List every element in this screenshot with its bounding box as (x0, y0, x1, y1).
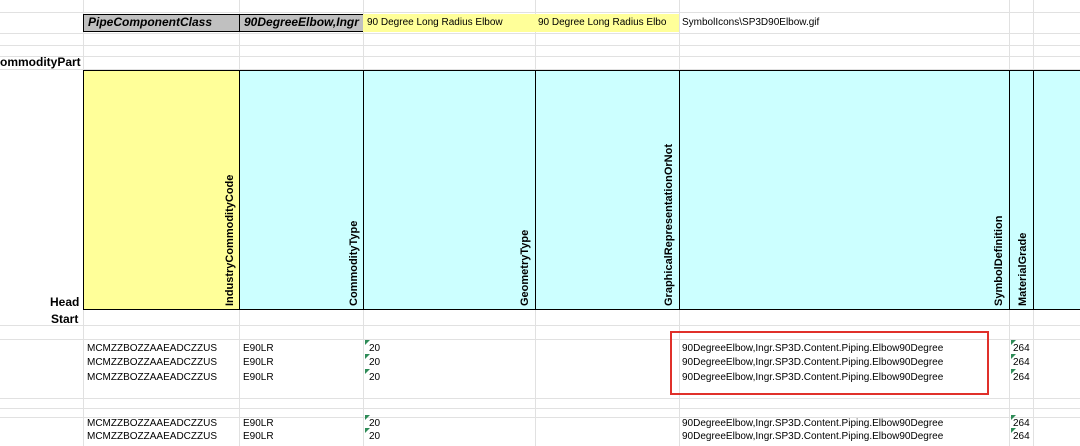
header-material-grade[interactable]: MaterialGrade (1009, 70, 1034, 310)
material-grade-cell[interactable]: 264 (1013, 431, 1030, 443)
gridline (0, 325, 1080, 326)
gridline (0, 33, 1080, 34)
graphical-cell[interactable]: 20 (369, 357, 380, 369)
header-geometry-type[interactable]: GeometryType (363, 70, 536, 310)
class-label-cell[interactable]: PipeComponentClass (83, 14, 240, 32)
graphical-cell[interactable]: 20 (369, 431, 380, 443)
symbol-definition-cell[interactable]: 90DegreeElbow,Ingr.SP3D.Content.Piping.E… (682, 418, 943, 430)
material-grade-cell[interactable]: 264 (1013, 357, 1030, 369)
class-value-cell[interactable]: 90DegreeElbow,Ingr (239, 14, 364, 32)
commodity-type-cell[interactable]: E90LR (243, 343, 274, 355)
commodity-type-cell[interactable]: E90LR (243, 357, 274, 369)
description-cell-2[interactable]: 90 Degree Long Radius Elbo (535, 14, 679, 32)
section-label: ommodityPart (0, 55, 81, 69)
column-header-label: GeometryType (519, 229, 531, 306)
header-industry-commodity-code[interactable]: IndustryCommodityCode (83, 70, 240, 310)
gridline (0, 398, 1080, 399)
commodity-code-cell[interactable]: MCMZZBOZZAAEADCZZUS (87, 418, 217, 430)
graphical-cell[interactable]: 20 (369, 372, 380, 384)
commodity-type-cell[interactable]: E90LR (243, 418, 274, 430)
commodity-code-cell[interactable]: MCMZZBOZZAAEADCZZUS (87, 372, 217, 384)
header-symbol-definition[interactable]: SymbolDefinition (679, 70, 1010, 310)
commodity-code-cell[interactable]: MCMZZBOZZAAEADCZZUS (87, 357, 217, 369)
column-header-label: GraphicalRepresentationOrNot (663, 144, 675, 306)
commodity-type-cell[interactable]: E90LR (243, 372, 274, 384)
column-header-label: CommodityType (348, 220, 360, 306)
column-header-label: IndustryCommodityCode (224, 174, 236, 306)
gridline (0, 408, 1080, 409)
row-label-head: Head (50, 295, 80, 309)
header-graphical-representation[interactable]: GraphicalRepresentationOrNot (535, 70, 680, 310)
header-commodity-type[interactable]: CommodityType (239, 70, 364, 310)
header-next-column[interactable] (1033, 70, 1080, 310)
graphical-cell[interactable]: 20 (369, 343, 380, 355)
commodity-code-cell[interactable]: MCMZZBOZZAAEADCZZUS (87, 431, 217, 443)
gridline (0, 56, 1080, 57)
gridline (0, 45, 1080, 46)
column-header-label: MaterialGrade (1017, 232, 1029, 306)
commodity-type-cell[interactable]: E90LR (243, 431, 274, 443)
highlight-box (670, 331, 989, 395)
column-header-label: SymbolDefinition (993, 215, 1005, 306)
gridline (0, 12, 1080, 13)
material-grade-cell[interactable]: 264 (1013, 372, 1030, 384)
symbol-icon-path-cell[interactable]: SymbolIcons\SP3D90Elbow.gif (679, 14, 1009, 32)
description-cell[interactable]: 90 Degree Long Radius Elbow (363, 14, 535, 32)
row-label-start: Start (51, 312, 79, 326)
symbol-definition-cell[interactable]: 90DegreeElbow,Ingr.SP3D.Content.Piping.E… (682, 431, 943, 443)
graphical-cell[interactable]: 20 (369, 418, 380, 430)
commodity-code-cell[interactable]: MCMZZBOZZAAEADCZZUS (87, 343, 217, 355)
